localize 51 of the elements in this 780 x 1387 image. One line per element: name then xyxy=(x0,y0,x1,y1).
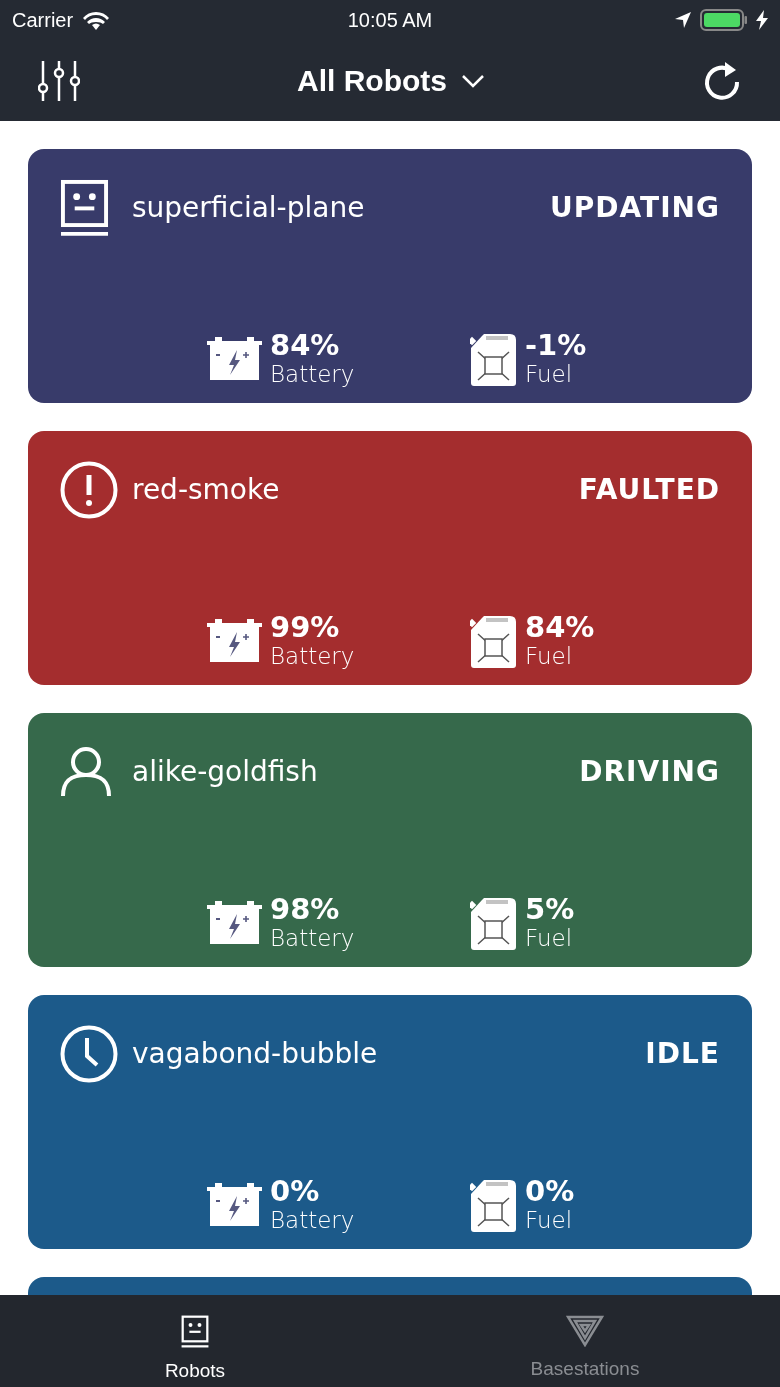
robot-name: alike-goldfish xyxy=(132,754,318,790)
battery-icon xyxy=(700,9,748,31)
car-battery-icon xyxy=(207,899,262,945)
location-arrow-icon xyxy=(674,11,692,29)
charging-bolt-icon xyxy=(756,10,768,30)
robot-filter-dropdown[interactable]: All Robots xyxy=(297,58,485,103)
tab[interactable]: Robots xyxy=(0,1295,390,1387)
stat-label: Battery xyxy=(270,361,355,387)
stat-label: Fuel xyxy=(525,361,574,387)
sliders-icon xyxy=(38,59,80,102)
robot-card[interactable]: superficial-plane UPDATING 84% Battery -1% Fuel xyxy=(28,149,752,403)
robot-card[interactable]: vagabond-bubble IDLE 0% Battery 0% Fuel xyxy=(28,995,752,1249)
robot-card[interactable]: red-smoke FAULTED 99% Battery 84% Fuel xyxy=(28,431,752,685)
person-icon xyxy=(60,746,112,798)
car-battery-icon xyxy=(207,1181,262,1227)
robot-name: superficial-plane xyxy=(132,190,365,226)
stat-label: Fuel xyxy=(525,925,574,951)
robot-status: IDLE xyxy=(645,1036,720,1072)
stat-label: Fuel xyxy=(525,643,574,669)
robot-name: vagabond-bubble xyxy=(132,1036,378,1072)
stat-value: 98% xyxy=(270,893,341,925)
stat-value: 84% xyxy=(525,611,595,643)
filter-button[interactable] xyxy=(38,58,80,103)
stat-value: -1% xyxy=(525,329,587,361)
clock-icon xyxy=(60,1025,118,1083)
stat-value: 99% xyxy=(270,611,341,643)
nested-triangles-icon xyxy=(566,1315,604,1347)
clock-time: 10:05 AM xyxy=(347,8,433,33)
stat-label: Battery xyxy=(270,925,355,951)
stat-value: 0% xyxy=(525,1175,575,1207)
robot-status: UPDATING xyxy=(550,190,720,226)
stat-label: Battery xyxy=(270,643,355,669)
stat-label: Battery xyxy=(270,1207,355,1233)
robot-name: red-smoke xyxy=(132,472,280,508)
stat-label: Fuel xyxy=(525,1207,574,1233)
stat-value: 84% xyxy=(270,329,341,361)
stat-value: 5% xyxy=(525,893,575,925)
carrier-text: Carrier xyxy=(12,8,74,33)
wifi-icon xyxy=(83,10,110,30)
refresh-icon xyxy=(703,59,741,102)
robot-card[interactable]: alike-goldfish DRIVING 98% Battery 5% Fuel xyxy=(28,713,752,967)
stat-value: 0% xyxy=(270,1175,321,1207)
car-battery-icon xyxy=(207,335,262,381)
robot-icon xyxy=(181,1315,209,1349)
car-battery-icon xyxy=(207,617,262,663)
chevron-down-icon xyxy=(461,73,485,88)
robot-icon xyxy=(60,178,109,238)
robot-status: FAULTED xyxy=(578,472,720,508)
tab[interactable]: Basestations xyxy=(390,1295,780,1387)
alert-icon xyxy=(60,461,118,519)
robot-status: DRIVING xyxy=(579,754,720,790)
